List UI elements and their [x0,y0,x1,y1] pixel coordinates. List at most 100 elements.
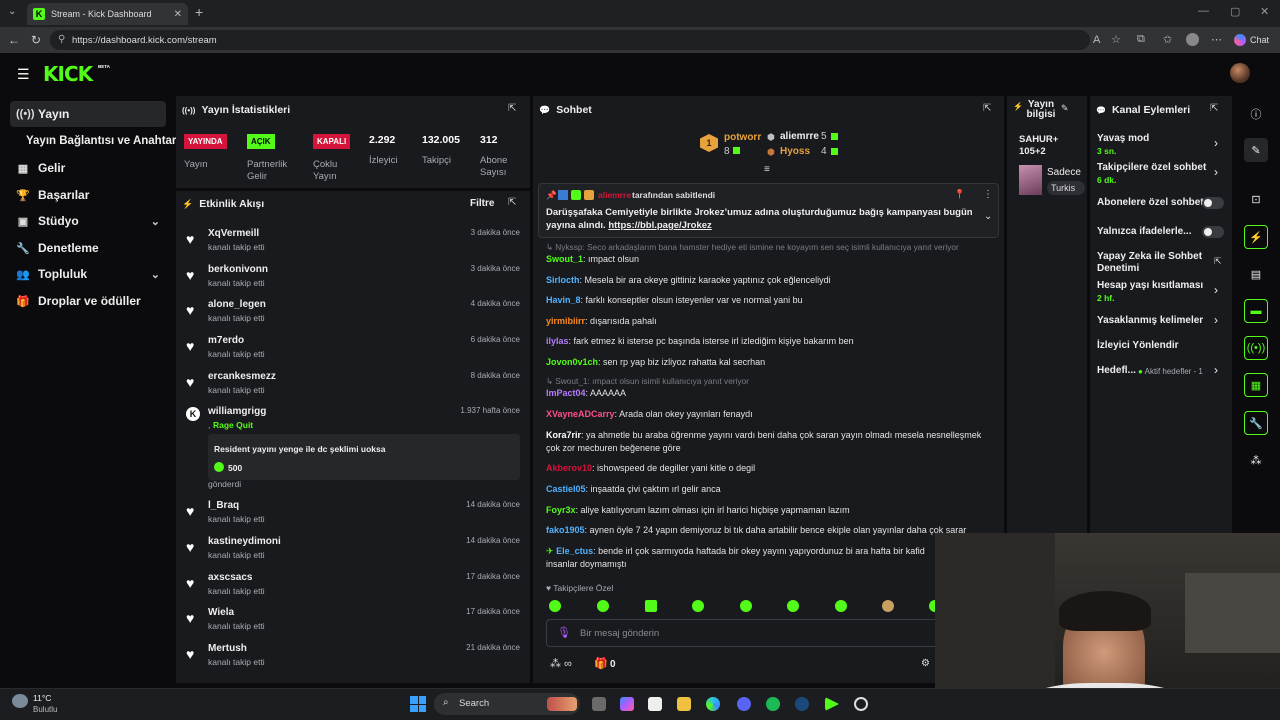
tab-list-icon[interactable]: ⌄ [8,6,16,17]
popout-icon[interactable]: ⇱ [508,197,516,208]
external-link-icon[interactable]: ⇱ [1214,256,1222,267]
store-icon[interactable] [648,697,662,711]
emote-icon[interactable] [740,600,752,612]
focus-icon[interactable]: ⊡ [1244,187,1268,211]
sidebar-item-yayin[interactable]: ((•)) Yayın [10,101,166,127]
leader-name[interactable]: Hyoss [780,146,810,157]
sidebar-item-denetleme[interactable]: 🔧 Denetleme [10,235,166,261]
sidebar-item-basarilar[interactable]: 🏆 Başarılar [10,182,166,208]
chat-user[interactable]: Jovon0v1ch [546,357,598,367]
document-icon[interactable]: ▤ [1244,262,1268,286]
drops-icon[interactable]: ⁂ [1244,448,1268,472]
copilot-chat-button[interactable]: Chat [1230,31,1276,49]
chat-user[interactable]: Akberov10 [546,463,592,473]
chevron-right-icon[interactable]: › [1214,136,1218,150]
chat-user[interactable]: Sirlocth [546,275,580,285]
pinned-by-user[interactable]: aliemrre [598,190,631,200]
popout-icon[interactable]: ⇱ [983,103,991,114]
back-icon[interactable]: ← [8,33,20,47]
menu-icon[interactable]: ☰ [17,66,30,83]
action-goals[interactable]: Hedefl... [1097,365,1136,377]
broadcast-icon[interactable]: ((•)) [1244,336,1268,360]
chat-user[interactable]: Kora7rir [546,430,581,440]
extensions-icon[interactable]: ⧉ [1137,33,1145,46]
emotes-only-toggle[interactable] [1202,226,1224,238]
wrench-icon[interactable]: 🔧 [1244,411,1268,435]
activity-user[interactable]: m7erdo [208,335,244,346]
favorites-star-icon[interactable]: ☆ [1111,33,1121,46]
more-options-icon[interactable]: ⋮ [983,189,993,200]
chevron-right-icon[interactable]: › [1214,283,1218,297]
site-info-icon[interactable]: ⚲ [58,34,65,45]
popout-icon[interactable]: ⇱ [1210,103,1218,114]
chevron-down-icon[interactable]: ⌄ [984,211,992,222]
info-icon[interactable]: ⓘ [1244,102,1268,126]
file-explorer-icon[interactable] [677,697,691,711]
chevron-right-icon[interactable]: › [1214,363,1218,377]
chevron-right-icon[interactable]: › [1214,165,1218,179]
filter-button[interactable]: Filtre [470,198,494,209]
chat-user[interactable]: ilylas [546,336,569,346]
spotify-icon[interactable] [766,697,780,711]
windows-start-icon[interactable] [410,696,426,712]
pinned-link[interactable]: https://bbl.page/Jrokez [608,220,711,231]
favorites-icon[interactable]: ✩ [1163,33,1172,46]
settings-infinity-icon[interactable]: ⁂ ∞ [550,657,572,670]
emote-icon[interactable] [549,600,561,612]
more-menu-icon[interactable]: ⋯ [1211,33,1222,46]
subscribers-only-toggle[interactable] [1202,197,1224,209]
activity-user[interactable]: williamgrigg [208,406,266,417]
emote-icon[interactable] [597,600,609,612]
layout-icon[interactable]: ▦ [1244,373,1268,397]
taskbar-search[interactable]: ⌕ Search [434,693,580,715]
sidebar-item-gelir[interactable]: ▦ Gelir [10,155,166,181]
chat-user[interactable]: Castiel05 [546,484,586,494]
chat-user[interactable]: fako1905 [546,525,585,535]
microphone-icon[interactable]: 🎙 [557,626,571,639]
chat-icon[interactable]: ▬ [1244,299,1268,323]
leader-name[interactable]: potworr [724,132,761,143]
chat-user[interactable]: Ele_ctus [556,546,593,556]
chat-user[interactable]: ImPact04 [546,388,586,398]
leader-name[interactable]: aliemrre [780,131,819,142]
minimize-icon[interactable]: — [1198,5,1209,17]
gift-icon[interactable]: 🎁 [594,657,608,670]
discord-icon[interactable] [737,697,751,711]
sidebar-item-droplar[interactable]: 🎁 Droplar ve ödüller [10,288,166,314]
edit-icon[interactable]: ✎ [1244,138,1268,162]
activity-user[interactable]: Mertush [208,643,247,654]
chat-user[interactable]: Swout_1 [546,254,583,264]
task-view-icon[interactable] [592,697,606,711]
chevron-right-icon[interactable]: › [1214,313,1218,327]
activity-user[interactable]: ercankesmezz [208,371,276,382]
action-ai-moderation[interactable]: Yapay Zeka ile Sohbet Denetimi [1097,251,1209,275]
profile-icon[interactable] [1186,33,1199,46]
edge-icon[interactable] [706,697,720,711]
sidebar-item-stream-key[interactable]: Yayın Bağlantısı ve Anahtarı [20,128,180,154]
reload-icon[interactable]: ↻ [31,33,41,47]
user-avatar[interactable] [1230,63,1250,83]
activity-user[interactable]: berkonivonn [208,264,268,275]
emote-icon[interactable] [882,600,894,612]
action-slow-mode[interactable]: Yavaş mod 3 sn. [1097,133,1149,157]
quick-actions-icon[interactable]: ⚡ [1244,225,1268,249]
activity-user[interactable]: kastineydimoni [208,536,281,547]
action-raid[interactable]: İzleyici Yönlendir [1097,340,1179,352]
edit-icon[interactable]: ✎ [1061,103,1069,114]
emote-icon[interactable] [787,600,799,612]
chat-user[interactable]: Havin_8 [546,295,581,305]
obs-icon[interactable] [854,697,868,711]
browser-tab[interactable]: K Stream - Kick Dashboard ✕ [27,3,188,25]
new-tab-icon[interactable]: + [195,4,203,20]
emote-icon[interactable] [692,600,704,612]
chat-user[interactable]: Foyr3x [546,505,576,515]
chat-user[interactable]: XVayneADCarry [546,409,615,419]
action-banned-words[interactable]: Yasaklanmış kelimeler [1097,315,1203,327]
close-window-icon[interactable]: ✕ [1260,5,1269,18]
chat-input[interactable]: 🎙 Bir mesaj gönderin [546,619,946,647]
popout-icon[interactable]: ⇱ [508,103,516,114]
close-tab-icon[interactable]: ✕ [174,9,182,20]
sidebar-item-topluluk[interactable]: 👥 Topluluk ⌄ [10,261,166,287]
steam-icon[interactable] [795,697,809,711]
kick-logo[interactable]: KICK [43,62,93,86]
